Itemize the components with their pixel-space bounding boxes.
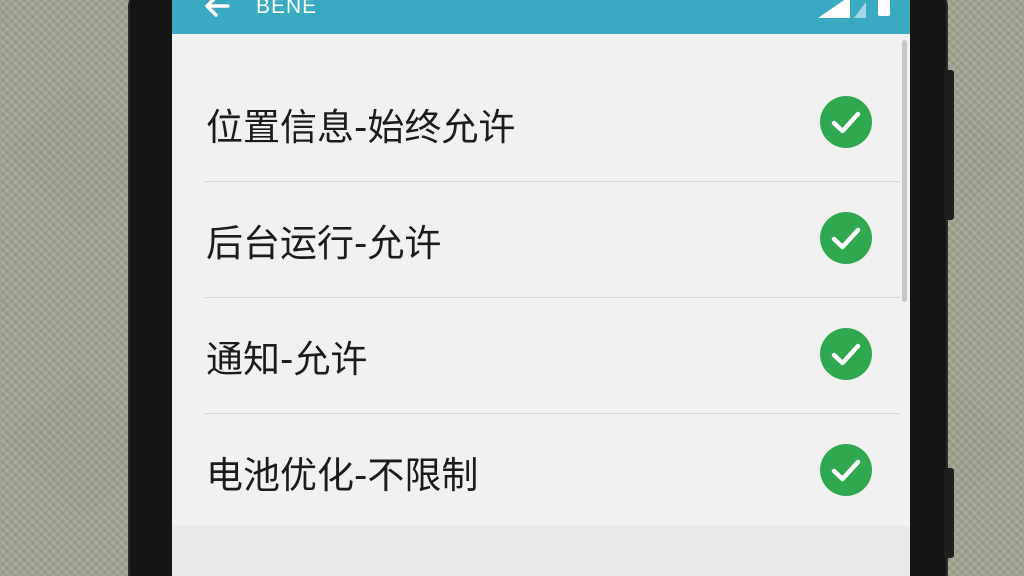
- settings-item-location[interactable]: 位置信息-始终允许: [204, 66, 900, 182]
- app-bar: BENE: [172, 0, 910, 34]
- check-circle-icon[interactable]: [820, 212, 872, 264]
- settings-item-notification[interactable]: 通知-允许: [204, 298, 900, 414]
- app-title: BENE: [256, 0, 318, 18]
- signal-icon: [818, 0, 868, 22]
- side-button: [944, 468, 954, 558]
- settings-item-label: 电池优化-不限制: [206, 454, 479, 497]
- settings-item-battery[interactable]: 电池优化-不限制: [204, 414, 900, 529]
- side-button: [944, 70, 954, 220]
- settings-item-label: 位置信息-始终允许: [206, 106, 516, 149]
- battery-icon: [876, 0, 892, 22]
- check-circle-icon[interactable]: [820, 444, 872, 496]
- settings-item-label: 后台运行-允许: [206, 222, 442, 265]
- bottom-area: [172, 526, 910, 576]
- settings-item-label: 通知-允许: [206, 338, 368, 381]
- status-icons: [818, 0, 892, 18]
- check-circle-icon[interactable]: [820, 328, 872, 380]
- scrollbar[interactable]: [902, 40, 907, 302]
- check-circle-icon[interactable]: [820, 96, 872, 148]
- back-arrow-icon[interactable]: [202, 0, 232, 18]
- settings-item-background[interactable]: 后台运行-允许: [204, 182, 900, 298]
- phone-screen: BENE 位置信息-始终允许 后台运行-允许 通知-允许 电池优化-不限制: [172, 0, 910, 576]
- settings-list: 位置信息-始终允许 后台运行-允许 通知-允许 电池优化-不限制: [172, 66, 900, 529]
